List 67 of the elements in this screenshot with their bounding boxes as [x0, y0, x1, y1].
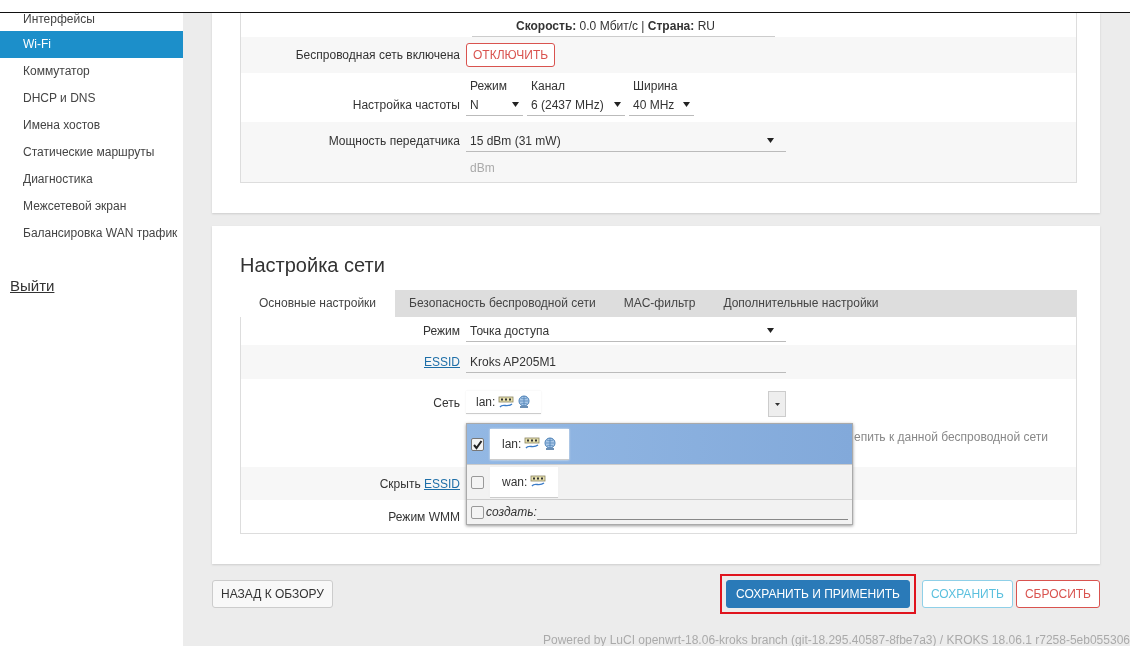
caret-icon [767, 328, 774, 333]
field-label: Беспроводная сеть включена [294, 48, 461, 62]
sidebar-item[interactable]: Интерфейсы [0, 13, 183, 31]
wireless-globe-icon [543, 436, 558, 451]
checkbox[interactable] [471, 505, 484, 519]
dropdown-button[interactable] [768, 391, 786, 417]
save-apply-button[interactable]: СОХРАНИТЬ И ПРИМЕНИТЬ [726, 580, 910, 608]
disable-button[interactable]: ОТКЛЮЧИТЬ [466, 43, 556, 67]
text-input[interactable]: Kroks AP205M1 [466, 351, 786, 373]
checkbox[interactable] [471, 437, 484, 451]
dropdown-select[interactable]: 15 dBm (31 mW) [466, 130, 786, 152]
sidebar-item[interactable]: Балансировка WAN трафик [0, 220, 183, 247]
logout-link[interactable]: Выйти [10, 277, 55, 294]
checkbox[interactable] [471, 475, 484, 489]
tab[interactable]: Дополнительные настройки [709, 290, 893, 317]
select-value: 6 (2437 MHz) [531, 97, 604, 112]
network-name: lan: [476, 395, 496, 409]
section-title: Настройка сети [240, 254, 386, 277]
tab[interactable]: MAC-фильтр [609, 290, 710, 317]
sidebar-item[interactable]: Диагностика [0, 166, 183, 193]
field-label: Мощность передатчика [327, 133, 461, 148]
caret-icon [614, 102, 621, 107]
footer-text: Powered by LuCI openwrt-18.06-kroks branch (git-18.295.40587-8fbe7a3) / KROKS 18.06.1 r7258-5eb055306 [542, 633, 1130, 646]
network-select[interactable]: lan: [466, 391, 542, 414]
dropdown-select[interactable]: 40 MHz [629, 94, 694, 116]
select-caption: Режим [469, 79, 508, 93]
field-label: Скрыть [379, 476, 422, 491]
tab[interactable]: Основные настройки [240, 290, 396, 317]
caret-icon [774, 402, 780, 406]
wireless-globe-icon [517, 395, 532, 409]
field-hint: dBm [469, 160, 496, 175]
essid-link[interactable]: ESSID [424, 476, 460, 491]
tab[interactable]: Безопасность беспроводной сети [395, 290, 610, 317]
dropdown-option[interactable]: wan: [467, 465, 852, 500]
sidebar-item[interactable]: Коммутатор [0, 58, 183, 85]
network-name: wan: [502, 474, 528, 489]
ethernet-ports-icon [530, 475, 547, 488]
caret-icon [512, 102, 519, 107]
back-button[interactable]: НАЗАД К ОБЗОРУ [212, 580, 333, 608]
sidebar-item[interactable]: Статические маршруты [0, 139, 183, 166]
reset-button[interactable]: СБРОСИТЬ [1015, 580, 1100, 608]
ethernet-ports-icon [498, 395, 515, 409]
field-label: Сеть [433, 396, 460, 410]
caret-icon [767, 138, 774, 143]
select-caption: Канал [530, 79, 566, 93]
essid-link[interactable]: ESSID [424, 355, 460, 369]
dropdown-select[interactable]: 6 (2437 MHz) [527, 94, 625, 116]
select-value: 15 dBm (31 mW) [470, 133, 561, 148]
caret-icon [683, 102, 690, 107]
dropdown-select[interactable]: Точка доступа [466, 320, 786, 342]
sidebar-item[interactable]: DHCP и DNS [0, 85, 183, 112]
dropdown-option[interactable]: lan: [467, 424, 852, 465]
field-label: Режим WMM [388, 509, 460, 524]
select-value: 40 MHz [633, 97, 675, 112]
sidebar-item[interactable]: Межсетевой экран [0, 193, 183, 220]
field-label: Режим [423, 324, 460, 338]
ethernet-ports-icon [524, 437, 541, 450]
select-value: N [470, 97, 479, 112]
create-label: создать: [486, 505, 537, 519]
field-label: Настройка частоты [351, 98, 461, 114]
sidebar-item[interactable]: Имена хостов [0, 112, 183, 139]
sidebar-item[interactable]: Wi-Fi [0, 31, 183, 58]
select-caption: Ширина [632, 79, 679, 93]
dropdown-select[interactable]: N [466, 94, 523, 116]
network-name: lan: [502, 436, 522, 451]
select-value: Точка доступа [470, 323, 550, 338]
field-hint: епить к данной беспроводной сети [854, 430, 1049, 444]
